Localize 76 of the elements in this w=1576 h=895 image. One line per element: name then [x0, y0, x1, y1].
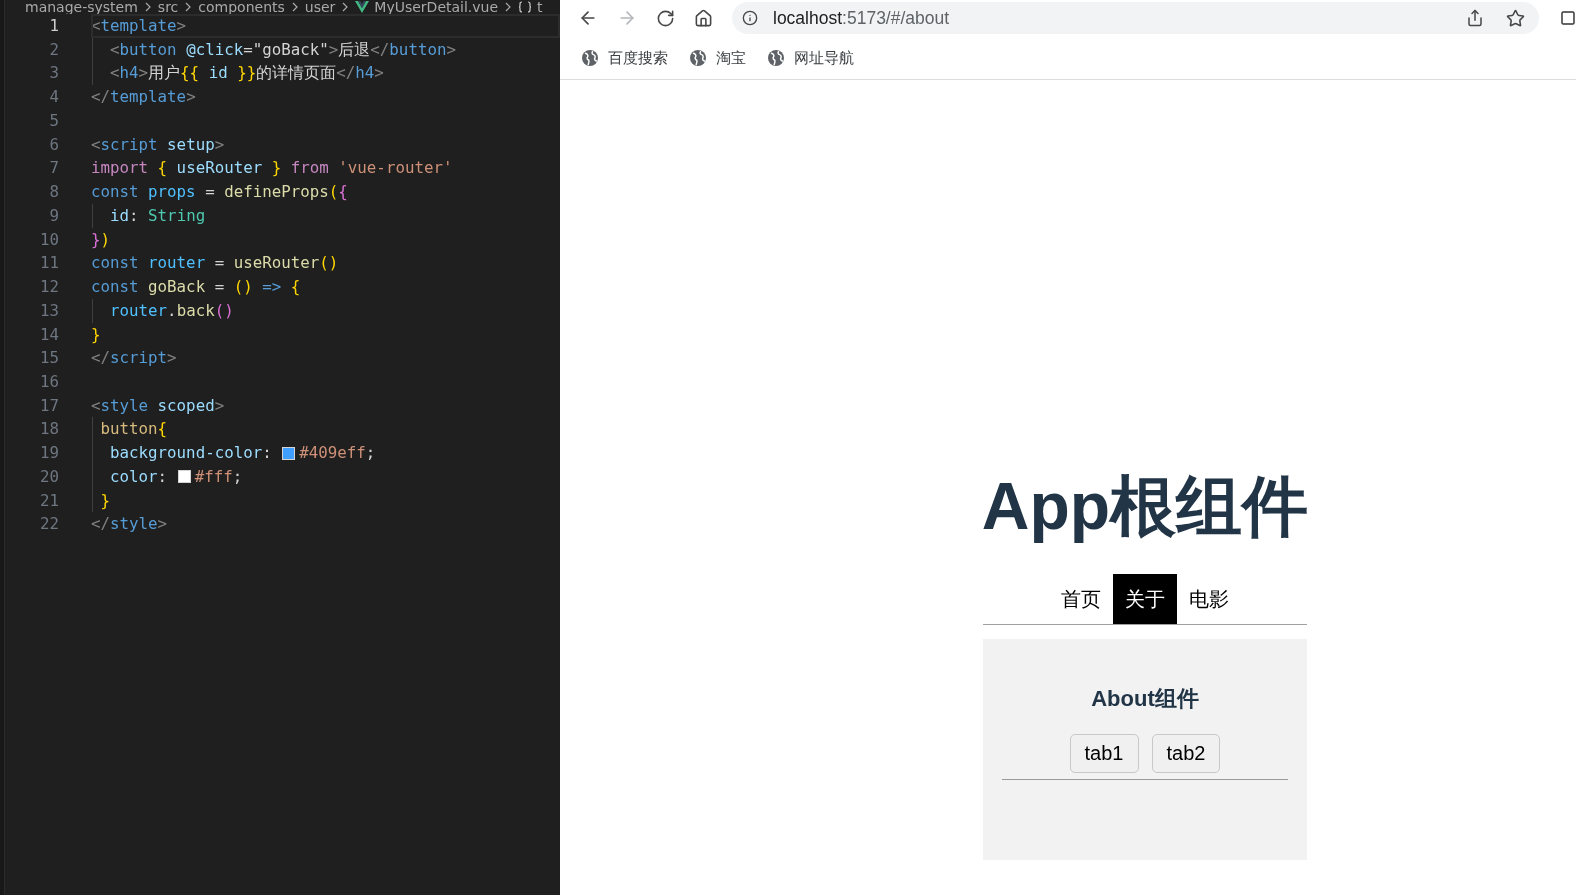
chevron-right-icon: [291, 2, 298, 12]
line-number: 1: [48, 15, 59, 37]
code-text: <button @click="goBack">后退</button>: [110, 38, 456, 61]
url-text[interactable]: localhost:5173/#/about: [773, 7, 950, 29]
panel-heading: About组件: [1091, 685, 1199, 713]
line-number: 3: [48, 62, 59, 85]
share-icon: [1466, 9, 1484, 27]
code-text: <h4>用户{{ id }}的详情页面</h4>: [110, 62, 384, 85]
code-text: }: [91, 323, 101, 346]
star-icon: [1505, 8, 1525, 28]
line-number: 21: [38, 489, 59, 512]
line-number: 13: [38, 299, 59, 322]
chevron-right-icon: [342, 2, 349, 12]
line-number: 18: [38, 418, 59, 441]
line-number: 15: [38, 347, 59, 370]
line-number: 11: [38, 252, 59, 275]
code-text: </template>: [91, 86, 196, 109]
globe-icon: [690, 49, 706, 66]
code-text: background-color:: [110, 442, 273, 465]
reload-icon: [655, 8, 675, 28]
breadcrumb-item[interactable]: user: [304, 0, 336, 14]
tab-button[interactable]: tab1: [1069, 734, 1139, 773]
bookmark-item[interactable]: 网址导航: [768, 48, 854, 67]
bookmark-item[interactable]: 百度搜索: [582, 48, 668, 67]
chevron-right-icon: [185, 2, 192, 12]
code-text: id: String: [110, 204, 206, 227]
v-mark-icon: [355, 1, 370, 13]
line-number: 9: [48, 204, 59, 227]
page-title: App根组件: [981, 469, 1309, 543]
globe-icon: [768, 49, 784, 66]
braces-icon: [518, 1, 533, 13]
square-icon[interactable]: [1560, 10, 1576, 26]
breadcrumb-item[interactable]: components: [198, 0, 285, 14]
code-text: const props = defineProps({: [91, 181, 348, 204]
code-text: </style>: [91, 513, 168, 536]
code-text: <style scoped>: [91, 394, 225, 417]
code-text: router.back(): [110, 299, 234, 322]
globe-icon: [582, 49, 598, 66]
code-text: </script>: [91, 347, 177, 370]
home-icon: [694, 8, 714, 28]
code-text: color:: [110, 465, 169, 488]
chevron-right-icon: [505, 2, 512, 12]
line-number: 10: [38, 228, 59, 251]
code-text: #fff;: [194, 465, 243, 488]
breadcrumb-item[interactable]: t: [518, 0, 543, 14]
chevron-right-icon: [144, 2, 151, 12]
code-text: }: [100, 489, 111, 512]
tab-button[interactable]: tab2: [1151, 734, 1221, 773]
line-number: 2: [48, 38, 59, 61]
line-number: 20: [38, 465, 59, 488]
code-text: }): [91, 228, 111, 251]
breadcrumb-item[interactable]: MyUserDetail.vue: [355, 0, 499, 14]
line-number: 19: [38, 442, 59, 465]
line-number: 14: [38, 323, 59, 346]
line-number: 17: [38, 394, 59, 417]
line-number: 4: [48, 86, 59, 109]
bookmark-item[interactable]: 淘宝: [690, 48, 746, 67]
code-text: <script setup>: [91, 133, 225, 156]
breadcrumb-item[interactable]: manage-system: [25, 0, 138, 14]
line-number: 22: [38, 513, 59, 536]
line-number: 6: [48, 133, 59, 156]
code-text: button{: [100, 418, 168, 441]
code-text: #409eff;: [299, 442, 376, 465]
code-text: import { useRouter } from 'vue-router': [91, 157, 453, 180]
line-number: 8: [48, 181, 59, 204]
nav-link[interactable]: 电影: [1177, 574, 1241, 624]
nav-link[interactable]: 首页: [1049, 574, 1113, 624]
line-number: 12: [38, 276, 59, 299]
line-number: 5: [48, 109, 59, 132]
line-number: 7: [48, 157, 59, 180]
info-icon: [742, 10, 758, 26]
breadcrumb-item[interactable]: src: [157, 0, 179, 14]
code-text: const router = useRouter(): [91, 252, 339, 275]
code-text: const goBack = () => {: [91, 276, 301, 299]
nav-link[interactable]: 关于: [1113, 574, 1177, 624]
line-number: 16: [38, 371, 59, 393]
